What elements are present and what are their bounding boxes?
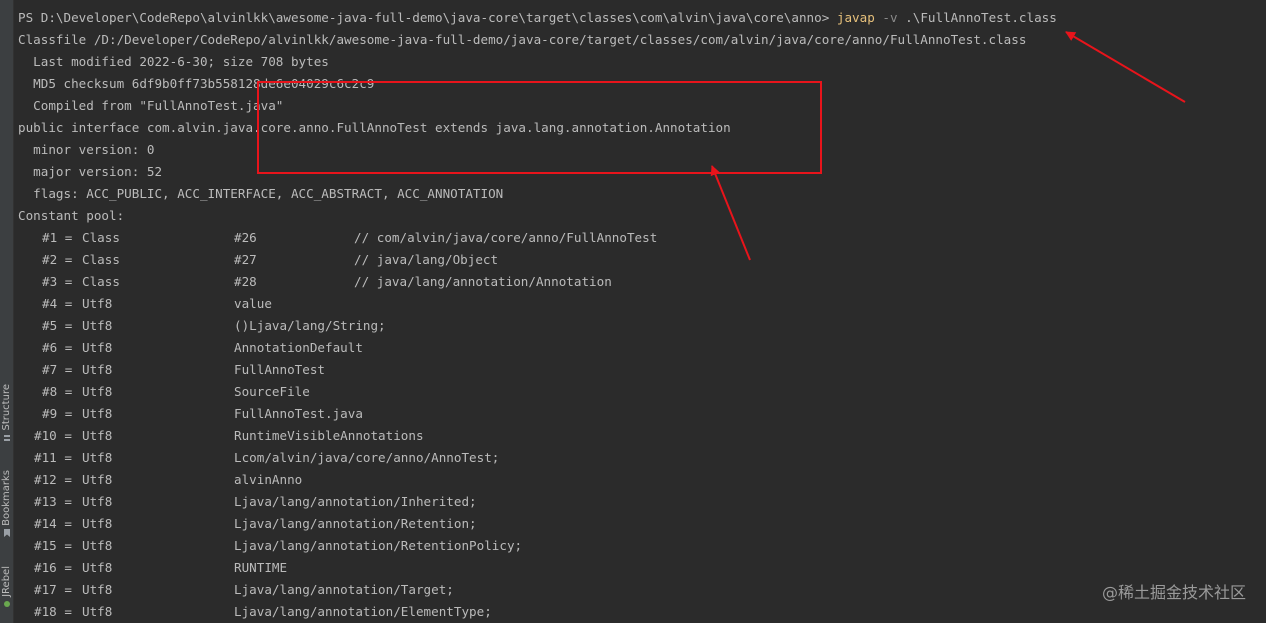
entry-index: #16 =	[34, 560, 72, 575]
entry-type: Utf8	[82, 472, 113, 487]
entry-type: Utf8	[82, 340, 113, 355]
structure-icon	[3, 434, 10, 441]
command-line: PS D:\Developer\CodeRepo\alvinlkk\awesom…	[18, 7, 1057, 29]
class-file-arg: .\FullAnnoTest.class	[905, 10, 1057, 25]
watermark: @稀土掘金技术社区	[1101, 583, 1246, 602]
entry-index: #10 =	[34, 428, 72, 443]
entry-index: #7 =	[42, 362, 73, 377]
entry-index: #8 =	[42, 384, 73, 399]
entry-value: RUNTIME	[234, 560, 288, 575]
entry-value: #26	[234, 230, 257, 245]
interface-declaration-line: public interface com.alvin.java.core.ann…	[18, 120, 731, 135]
verbose-flag: -v	[882, 10, 898, 25]
entry-type: Utf8	[82, 318, 113, 333]
entry-value: RuntimeVisibleAnnotations	[234, 428, 424, 443]
entry-type: Utf8	[82, 494, 113, 509]
jrebel-tab[interactable]: JRebel	[0, 566, 13, 608]
entry-type: Utf8	[82, 362, 113, 377]
entry-value: FullAnnoTest	[234, 362, 325, 377]
last-modified-line: Last modified 2022-6-30; size 708 bytes	[18, 54, 329, 69]
entry-index: #11 =	[34, 450, 72, 465]
javap-command: javap	[836, 10, 875, 25]
entry-index: #15 =	[34, 538, 72, 553]
entry-type: Utf8	[82, 582, 113, 597]
left-tool-sidebar: Structure Bookmarks JRebel	[0, 0, 14, 623]
entry-type: Class	[82, 252, 120, 267]
terminal-output[interactable]: PS D:\Developer\CodeRepo\alvinlkk\awesom…	[18, 0, 1266, 623]
flags-line: flags: ACC_PUBLIC, ACC_INTERFACE, ACC_AB…	[18, 186, 504, 201]
entry-index: #9 =	[42, 406, 73, 421]
entry-value: #28	[234, 274, 257, 289]
compiled-from-line: Compiled from "FullAnnoTest.java"	[18, 98, 284, 113]
classfile-line: Classfile /D:/Developer/CodeRepo/alvinlk…	[18, 32, 1027, 47]
entry-value: Ljava/lang/annotation/RetentionPolicy;	[234, 538, 523, 553]
shell-prompt: PS D:\Developer\CodeRepo\alvinlkk\awesom…	[18, 10, 830, 25]
entry-comment: // com/alvin/java/core/anno/FullAnnoTest	[354, 230, 658, 245]
entry-value: alvinAnno	[234, 472, 303, 487]
entry-index: #1 =	[42, 230, 73, 245]
jrebel-icon	[3, 600, 10, 607]
entry-value: FullAnnoTest.java	[234, 406, 363, 421]
md5-line: MD5 checksum 6df9b0ff73b558128de6e04029c…	[18, 76, 375, 91]
entry-comment: // java/lang/Object	[354, 252, 499, 267]
entry-index: #2 =	[42, 252, 73, 267]
minor-version-line: minor version: 0	[18, 142, 155, 157]
entry-index: #4 =	[42, 296, 73, 311]
entry-index: #18 =	[34, 604, 72, 619]
entry-value: Ljava/lang/annotation/Target;	[234, 582, 454, 597]
jrebel-tab-label: JRebel	[0, 566, 12, 597]
entry-type: Utf8	[82, 450, 113, 465]
entry-index: #17 =	[34, 582, 72, 597]
entry-type: Utf8	[82, 428, 113, 443]
entry-value: #27	[234, 252, 257, 267]
entry-type: Utf8	[82, 604, 113, 619]
entry-value: Lcom/alvin/java/core/anno/AnnoTest;	[234, 450, 500, 465]
bookmarks-tab[interactable]: Bookmarks	[0, 470, 13, 537]
entry-value: Ljava/lang/annotation/Inherited;	[234, 494, 477, 509]
bookmark-icon	[3, 528, 10, 537]
bookmarks-tab-label: Bookmarks	[0, 470, 12, 526]
entry-index: #13 =	[34, 494, 72, 509]
entry-index: #12 =	[34, 472, 72, 487]
entry-value: Ljava/lang/annotation/Retention;	[234, 516, 477, 531]
entry-type: Class	[82, 274, 120, 289]
entry-index: #14 =	[34, 516, 72, 531]
entry-type: Class	[82, 230, 120, 245]
entry-type: Utf8	[82, 384, 113, 399]
entry-type: Utf8	[82, 538, 113, 553]
major-version-line: major version: 52	[18, 164, 163, 179]
entry-comment: // java/lang/annotation/Annotation	[354, 274, 612, 289]
entry-value: Ljava/lang/annotation/ElementType;	[234, 604, 492, 619]
entry-index: #5 =	[42, 318, 73, 333]
structure-tab[interactable]: Structure	[0, 384, 13, 442]
structure-tab-label: Structure	[0, 384, 12, 431]
entry-index: #6 =	[42, 340, 73, 355]
entry-index: #3 =	[42, 274, 73, 289]
entry-type: Utf8	[82, 560, 113, 575]
entry-type: Utf8	[82, 296, 113, 311]
entry-value: ()Ljava/lang/String;	[234, 318, 386, 333]
constant-pool-heading: Constant pool:	[18, 208, 125, 223]
entry-type: Utf8	[82, 516, 113, 531]
entry-value: SourceFile	[234, 384, 310, 399]
entry-type: Utf8	[82, 406, 113, 421]
entry-value: AnnotationDefault	[234, 340, 363, 355]
entry-value: value	[234, 296, 272, 311]
